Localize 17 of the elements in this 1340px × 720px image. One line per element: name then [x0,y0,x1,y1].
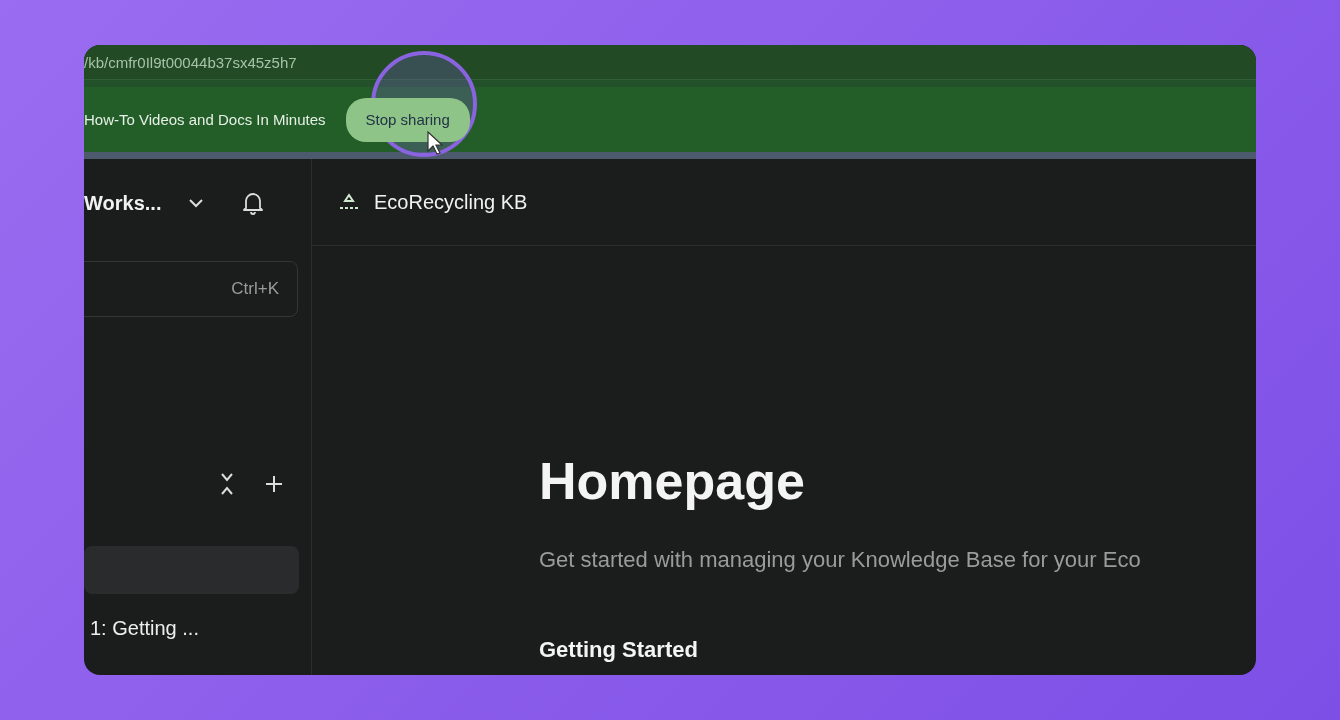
plus-icon[interactable] [265,475,283,493]
stop-sharing-button[interactable]: Stop sharing [345,97,470,142]
url-text: /kb/cmfr0Il9t00044b37sx45z5h7 [84,53,297,71]
collapse-icon[interactable] [219,472,235,496]
banner-message: How-To Videos and Docs In Minutes [84,111,326,128]
page-description: Get started with managing your Knowledge Base for your Eco [539,547,1142,573]
chevron-down-icon[interactable] [188,198,204,208]
page-item[interactable]: 1: Getting ... [84,604,299,652]
bell-icon[interactable] [242,191,264,215]
search-field[interactable]: Ctrl+K [84,261,298,317]
page-title: Homepage [539,451,806,511]
kb-title: EcoRecycling KB [374,190,528,214]
section-heading: Getting Started [539,637,699,663]
workspace-name[interactable]: Works... [84,191,188,215]
cursor-icon [427,131,443,155]
address-bar[interactable]: /kb/cmfr0Il9t00044b37sx45z5h7 [84,45,1256,80]
shortcut-hint: Ctrl+K [231,279,279,299]
